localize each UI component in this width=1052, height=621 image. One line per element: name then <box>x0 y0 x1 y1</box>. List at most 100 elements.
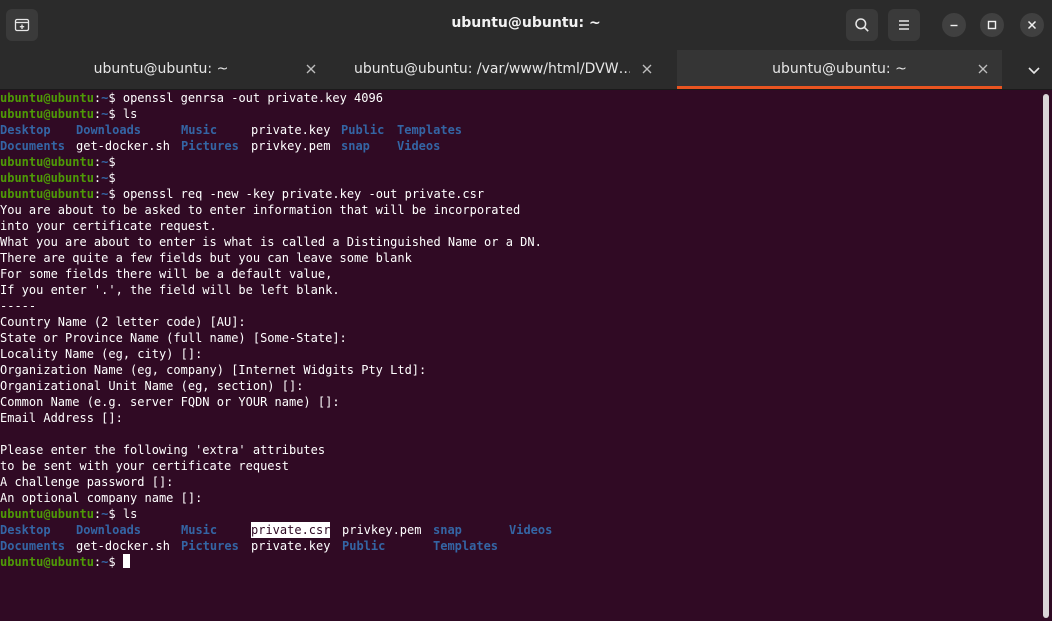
prompt-symbol: $ <box>108 555 116 569</box>
output-text: You are about to be asked to enter infor… <box>0 203 521 217</box>
minimize-button[interactable] <box>942 13 966 37</box>
terminal-line: An optional company name []: <box>0 490 1040 506</box>
minimize-icon <box>950 24 958 27</box>
terminal-line: ----- <box>0 298 1040 314</box>
terminal-line: A challenge password []: <box>0 474 1040 490</box>
prompt-symbol: $ <box>108 171 116 185</box>
terminal-line: If you enter '.', the field will be left… <box>0 282 1040 298</box>
ls-directory: Desktop <box>0 123 51 137</box>
scrollbar[interactable] <box>1040 90 1052 621</box>
terminal-line: Email Address []: <box>0 410 1040 426</box>
terminal-line: Organization Name (eg, company) [Interne… <box>0 362 1040 378</box>
command-text: ls <box>115 107 138 121</box>
maximize-button[interactable] <box>980 13 1004 37</box>
tab-label: ubuntu@ubuntu: /var/www/html/DVW… <box>354 61 630 77</box>
ls-directory: snap <box>341 139 370 153</box>
terminal-line: ubuntu@ubuntu:~$ ls <box>0 106 1040 122</box>
prompt-user: ubuntu@ubuntu <box>0 91 94 105</box>
ls-file: get-docker.sh <box>76 539 170 553</box>
terminal-line: Desktop Downloads Music private.csr privkey.… <box>0 522 1040 538</box>
ls-file: private.key <box>251 539 331 553</box>
terminal-line: ubuntu@ubuntu:~$ openssl genrsa -out pri… <box>0 90 1040 106</box>
tab-1[interactable]: ubuntu@ubuntu: ~ <box>0 50 336 89</box>
active-tab-indicator <box>677 86 1002 89</box>
ls-directory: Documents <box>0 539 66 553</box>
tab-3-active[interactable]: ubuntu@ubuntu: ~ <box>677 50 1002 89</box>
ls-directory: Templates <box>433 539 499 553</box>
terminal-line: Documents get-docker.sh Pictures private.ke… <box>0 538 1040 554</box>
output-text: into your certificate request. <box>0 219 217 233</box>
terminal-line: ubuntu@ubuntu:~$ <box>0 554 1040 570</box>
ls-directory: Pictures <box>181 539 239 553</box>
ls-file: private.csr <box>251 522 331 538</box>
tab-close-icon[interactable] <box>304 62 318 76</box>
output-text: What you are about to enter is what is c… <box>0 235 542 249</box>
ls-directory: Desktop <box>0 523 51 537</box>
command-text: openssl req -new -key private.key -out p… <box>115 187 485 201</box>
terminal-line: Please enter the following 'extra' attri… <box>0 442 1040 458</box>
prompt-user: ubuntu@ubuntu <box>0 187 94 201</box>
prompt-user: ubuntu@ubuntu <box>0 107 94 121</box>
output-text: Country Name (2 letter code) [AU]: <box>0 315 246 329</box>
search-icon <box>855 18 869 32</box>
tab-close-icon[interactable] <box>640 62 654 76</box>
tab-label: ubuntu@ubuntu: ~ <box>772 61 907 77</box>
tab-2[interactable]: ubuntu@ubuntu: /var/www/html/DVW… <box>336 50 676 89</box>
terminal-line: into your certificate request. <box>0 218 1040 234</box>
prompt-symbol: $ <box>108 155 116 169</box>
output-text: Organizational Unit Name (eg, section) [… <box>0 379 304 393</box>
command-text: ls <box>115 507 138 521</box>
tab-close-icon[interactable] <box>976 62 990 76</box>
terminal-line: to be sent with your certificate request <box>0 458 1040 474</box>
ls-directory: Downloads <box>76 123 142 137</box>
prompt-user: ubuntu@ubuntu <box>0 171 94 185</box>
ls-file: get-docker.sh <box>76 139 170 153</box>
maximize-icon <box>987 20 997 30</box>
prompt-symbol: $ <box>108 507 116 521</box>
terminal-line: Common Name (e.g. server FQDN or YOUR na… <box>0 394 1040 410</box>
terminal-line: What you are about to enter is what is c… <box>0 234 1040 250</box>
ls-directory: Templates <box>397 123 463 137</box>
terminal-line: ubuntu@ubuntu:~$ <box>0 154 1040 170</box>
output-text: Please enter the following 'extra' attri… <box>0 443 326 457</box>
ls-directory: Videos <box>509 523 553 537</box>
ls-directory: Videos <box>397 139 441 153</box>
prompt-user: ubuntu@ubuntu <box>0 155 94 169</box>
hamburger-menu-icon <box>899 20 909 30</box>
ls-directory: Downloads <box>76 523 142 537</box>
output-text: There are quite a few fields but you can… <box>0 251 412 265</box>
terminal-line: ubuntu@ubuntu:~$ ls <box>0 506 1040 522</box>
chevron-down-icon[interactable] <box>1026 62 1042 78</box>
output-text: Email Address []: <box>0 411 123 425</box>
ls-file: private.key <box>251 123 331 137</box>
terminal-line: Country Name (2 letter code) [AU]: <box>0 314 1040 330</box>
output-text: State or Province Name (full name) [Some… <box>0 331 347 345</box>
output-text: If you enter '.', the field will be left… <box>0 283 340 297</box>
terminal-window: ubuntu@ubuntu: ~ ubuntu@ubuntu: ~ ubuntu… <box>0 0 1052 621</box>
prompt-user: ubuntu@ubuntu <box>0 507 94 521</box>
ls-directory: Music <box>181 123 218 137</box>
terminal-line: For some fields there will be a default … <box>0 266 1040 282</box>
cursor-space <box>116 555 123 569</box>
terminal-line: Desktop Downloads Music private.key Public Te… <box>0 122 1040 138</box>
prompt-symbol: $ <box>108 187 116 201</box>
close-button[interactable] <box>1020 13 1044 37</box>
search-button[interactable] <box>846 9 878 41</box>
terminal-line: Locality Name (eg, city) []: <box>0 346 1040 362</box>
ls-directory: Music <box>181 523 218 537</box>
terminal-line: Organizational Unit Name (eg, section) [… <box>0 378 1040 394</box>
prompt-user: ubuntu@ubuntu <box>0 555 94 569</box>
terminal-output[interactable]: ubuntu@ubuntu:~$ openssl genrsa -out pri… <box>0 90 1040 621</box>
ls-directory: snap <box>433 523 462 537</box>
scrollbar-thumb[interactable] <box>1043 94 1049 618</box>
ls-directory: Documents <box>0 139 66 153</box>
terminal-cursor <box>122 554 130 568</box>
header-bar: ubuntu@ubuntu: ~ <box>0 0 1052 51</box>
output-text: Common Name (e.g. server FQDN or YOUR na… <box>0 395 340 409</box>
ls-file: privkey.pem <box>342 523 422 537</box>
ls-directory: Public <box>342 539 386 553</box>
tab-bar: ubuntu@ubuntu: ~ ubuntu@ubuntu: /var/www… <box>0 50 1052 90</box>
output-text: ----- <box>0 299 37 313</box>
main-menu-button[interactable] <box>888 9 920 41</box>
